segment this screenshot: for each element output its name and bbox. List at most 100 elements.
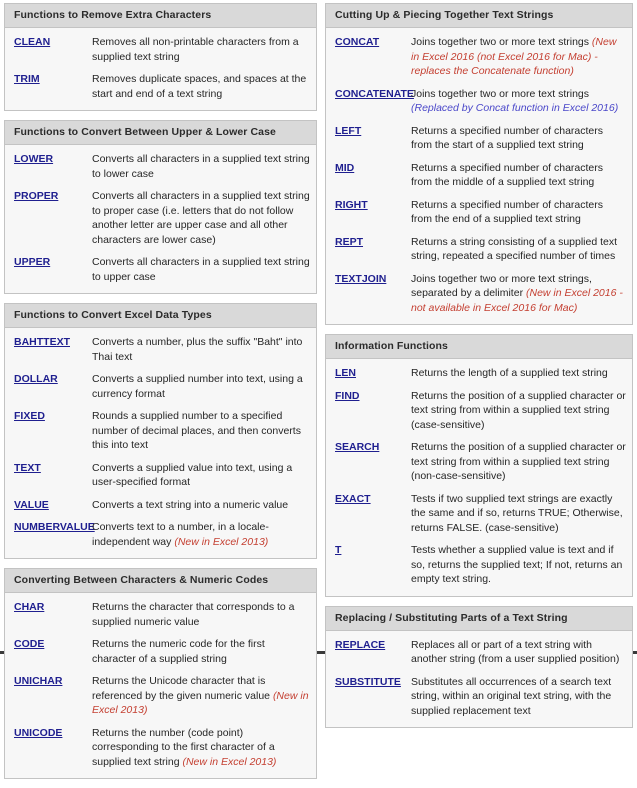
function-row: NUMBERVALUE Converts text to a number, in… (5, 516, 316, 553)
function-row: UNICHAR Returns the Unicode character tha… (5, 670, 316, 722)
function-link-mid[interactable]: MID (335, 161, 411, 175)
function-link-code[interactable]: CODE (14, 637, 92, 651)
category-header: Replacing / Substituting Parts of a Text… (326, 606, 632, 631)
function-link-search[interactable]: SEARCH (335, 440, 411, 454)
function-row: DOLLAR Converts a supplied number into te… (5, 368, 316, 405)
function-link-fixed[interactable]: FIXED (14, 409, 92, 423)
category-rows: LEN Returns the length of a supplied text… (326, 359, 632, 596)
function-row: EXACT Tests if two supplied text strings … (326, 488, 632, 540)
function-row: RIGHT Returns a specified number of chara… (326, 194, 632, 231)
function-category-table: Functions to Convert Between Upper & Low… (4, 120, 317, 294)
function-link-concatenate[interactable]: CONCATENATE (335, 87, 414, 101)
function-link-bahttext[interactable]: BAHTTEXT (14, 335, 92, 349)
function-link-unicode[interactable]: UNICODE (14, 726, 92, 740)
version-note: (New in Excel 2016 (not Excel 2016 for M… (411, 36, 617, 77)
function-description: Rounds a supplied number to a specified … (92, 410, 301, 451)
function-row: CONCAT Joins together two or more text st… (326, 31, 632, 83)
function-row: TEXTJOIN Joins together two or more text … (326, 268, 632, 320)
function-row: SEARCH Returns the position of a supplied… (326, 436, 632, 488)
function-link-char[interactable]: CHAR (14, 600, 92, 614)
function-row: REPLACE Replaces all or part of a text st… (326, 634, 632, 671)
function-link-unichar[interactable]: UNICHAR (14, 674, 92, 688)
category-rows: REPLACE Replaces all or part of a text st… (326, 631, 632, 728)
function-row: CODE Returns the numeric code for the fir… (5, 633, 316, 670)
function-description: Converts a supplied number into text, us… (92, 373, 303, 400)
function-category-table: Functions to Remove Extra Characters CLEA… (4, 3, 317, 111)
function-link-substitute[interactable]: SUBSTITUTE (335, 675, 411, 689)
function-category-table: Converting Between Characters & Numeric … (4, 568, 317, 779)
function-link-dollar[interactable]: DOLLAR (14, 372, 92, 386)
function-category-table: Cutting Up & Piecing Together Text Strin… (325, 3, 633, 325)
function-category-table: Information Functions LEN Returns the leng… (325, 334, 633, 597)
function-description: Substitutes all occurrences of a search … (411, 675, 612, 717)
category-rows: LOWER Converts all characters in a suppli… (5, 145, 316, 293)
function-row: T Tests whether a supplied value is text … (326, 539, 632, 591)
function-row: TEXT Converts a supplied value into text,… (5, 457, 316, 494)
function-description: Converts a supplied value into text, usi… (92, 461, 293, 489)
function-row: CONCATENATE Joins together two or more te… (326, 83, 632, 120)
function-row: SUBSTITUTE Substitutes all occurrences of… (326, 671, 632, 723)
function-link-t[interactable]: T (335, 543, 411, 557)
function-description: Converts a text string into a numeric va… (92, 498, 289, 511)
version-note: (Replaced by Concat function in Excel 20… (411, 102, 619, 114)
function-description: Converts all characters in a supplied te… (92, 190, 310, 246)
function-row: LEN Returns the length of a supplied text… (326, 362, 632, 385)
function-description: Tests whether a supplied value is text a… (411, 544, 623, 585)
function-link-exact[interactable]: EXACT (335, 492, 411, 506)
function-link-textjoin[interactable]: TEXTJOIN (335, 272, 411, 286)
function-link-find[interactable]: FIND (335, 389, 411, 403)
function-description: Converts all characters in a supplied te… (92, 256, 310, 283)
function-row: LOWER Converts all characters in a suppli… (5, 148, 316, 185)
function-link-replace[interactable]: REPLACE (335, 638, 411, 652)
function-row: PROPER Converts all characters in a suppl… (5, 185, 316, 251)
function-link-lower[interactable]: LOWER (14, 152, 92, 166)
function-reference-page: Functions to Remove Extra Characters CLEA… (0, 0, 637, 779)
function-row: FIXED Rounds a supplied number to a speci… (5, 405, 316, 457)
function-category-table: Functions to Convert Excel Data Types BAH… (4, 303, 317, 559)
function-link-right[interactable]: RIGHT (335, 198, 411, 212)
function-description: Joins together two or more text strings … (411, 36, 617, 77)
function-description: Returns the length of a supplied text st… (411, 367, 608, 379)
category-header: Functions to Remove Extra Characters (5, 4, 316, 28)
function-link-numbervalue[interactable]: NUMBERVALUE (14, 520, 95, 534)
function-row: LEFT Returns a specified number of charac… (326, 120, 632, 157)
function-link-left[interactable]: LEFT (335, 124, 411, 138)
function-description: Returns a specified number of characters… (411, 124, 604, 152)
function-link-len[interactable]: LEN (335, 366, 411, 380)
category-header: Functions to Convert Excel Data Types (5, 304, 316, 328)
function-link-upper[interactable]: UPPER (14, 255, 92, 269)
function-description: Returns the position of a supplied chara… (411, 441, 626, 482)
function-row: CLEAN Removes all non-printable character… (5, 31, 316, 68)
function-description: Returns the character that corresponds t… (92, 601, 295, 628)
function-description: Returns the Unicode character that is re… (92, 675, 309, 717)
function-link-value[interactable]: VALUE (14, 498, 92, 512)
version-note: (New in Excel 2013) (182, 755, 277, 768)
category-header: Cutting Up & Piecing Together Text Strin… (326, 4, 632, 28)
function-description: Removes all non-printable characters fro… (92, 36, 299, 63)
function-row: BAHTTEXT Converts a number, plus the suff… (5, 331, 316, 368)
function-description: Returns a specified number of characters… (411, 198, 604, 226)
function-link-clean[interactable]: CLEAN (14, 35, 92, 49)
function-description: Joins together two or more text strings … (411, 87, 619, 115)
function-row: FIND Returns the position of a supplied c… (326, 385, 632, 437)
function-link-rept[interactable]: REPT (335, 235, 411, 249)
function-row: UNICODE Returns the number (code point) c… (5, 722, 316, 774)
category-rows: CLEAN Removes all non-printable character… (5, 28, 316, 110)
function-description: Converts text to a number, in a locale-i… (92, 521, 269, 548)
version-note: (New in Excel 2013) (92, 689, 309, 717)
function-row: REPT Returns a string consisting of a sup… (326, 231, 632, 268)
function-link-text[interactable]: TEXT (14, 461, 92, 475)
category-rows: CONCAT Joins together two or more text st… (326, 28, 632, 324)
function-link-trim[interactable]: TRIM (14, 72, 92, 86)
function-row: UPPER Converts all characters in a suppli… (5, 251, 316, 288)
function-description: Returns a string consisting of a supplie… (411, 235, 618, 263)
right-column: Cutting Up & Piecing Together Text Strin… (325, 3, 633, 737)
category-rows: BAHTTEXT Converts a number, plus the suff… (5, 328, 316, 558)
version-note: (New in Excel 2016 - not available in Ex… (411, 287, 623, 314)
function-description: Tests if two supplied text strings are e… (411, 492, 623, 534)
function-description: Removes duplicate spaces, and spaces at … (92, 73, 307, 100)
function-link-proper[interactable]: PROPER (14, 189, 92, 203)
function-description: Joins together two or more text strings,… (411, 272, 623, 314)
function-link-concat[interactable]: CONCAT (335, 35, 411, 49)
function-description: Returns a specified number of characters… (411, 161, 604, 189)
